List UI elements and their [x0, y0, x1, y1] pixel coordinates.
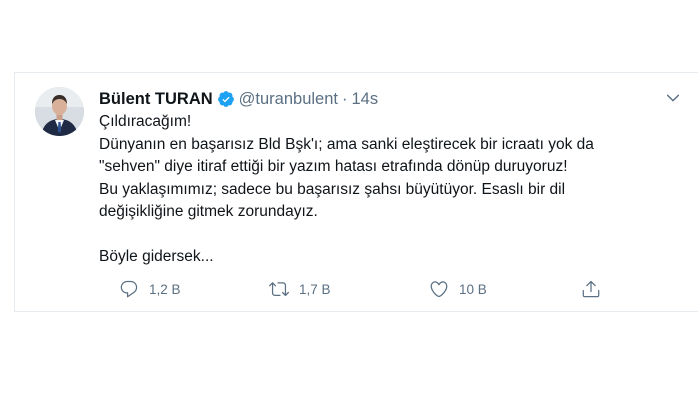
- tweet-card[interactable]: Bülent TURAN @turanbulent · 14s Çıldırac…: [14, 72, 698, 312]
- heart-icon: [429, 279, 449, 299]
- like-button[interactable]: 10 B: [429, 278, 487, 300]
- reply-button[interactable]: 1,2 B: [119, 278, 181, 300]
- user-handle[interactable]: @turanbulent: [239, 90, 338, 109]
- avatar[interactable]: [35, 87, 84, 136]
- tweet-text-line: Bu yaklaşımımız; sadece bu başarısız şah…: [99, 180, 566, 198]
- tweet-text-line: Dünyanın en başarısız Bld Bşk'ı; ama san…: [99, 135, 594, 153]
- tweet-text: Çıldıracağım! Dünyanın en başarısız Bld …: [99, 111, 679, 269]
- tweet-text-line: "sehven" diye itiraf ettiği bir yazım ha…: [99, 158, 568, 175]
- retweet-icon: [269, 279, 289, 299]
- share-button[interactable]: [581, 278, 611, 300]
- tweet-text-line: Çıldıracağım!: [99, 113, 192, 130]
- verified-badge-icon: [217, 90, 235, 108]
- page: Bülent TURAN @turanbulent · 14s Çıldırac…: [0, 0, 700, 400]
- caret-down-icon[interactable]: [662, 87, 684, 109]
- like-count: 10 B: [459, 281, 487, 297]
- retweet-count: 1,7 B: [299, 281, 331, 297]
- retweet-button[interactable]: 1,7 B: [269, 278, 331, 300]
- separator-dot: ·: [341, 89, 348, 108]
- tweet-text-line: değişikliğine gitmek zorundayız.: [99, 203, 318, 220]
- tweet-header: Bülent TURAN @turanbulent · 14s: [99, 88, 378, 110]
- share-icon: [581, 279, 601, 299]
- reply-icon: [119, 279, 139, 299]
- timestamp[interactable]: 14s: [351, 90, 378, 109]
- tweet-actions: 1,2 B 1,7 B 10 B: [99, 278, 600, 300]
- display-name[interactable]: Bülent TURAN: [99, 90, 213, 109]
- reply-count: 1,2 B: [149, 281, 181, 297]
- tweet-text-line: Böyle gidersek...: [99, 248, 214, 265]
